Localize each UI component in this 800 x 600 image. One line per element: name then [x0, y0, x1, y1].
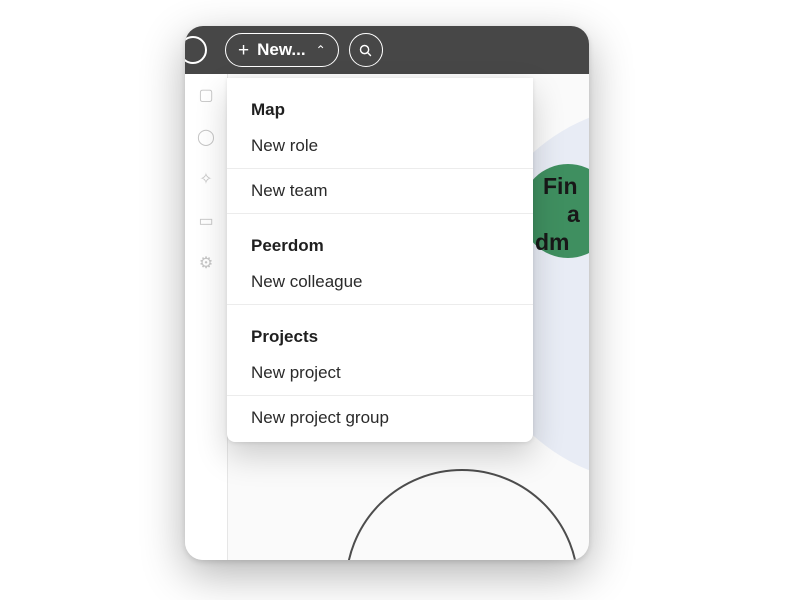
new-button-label: New... [257, 40, 306, 60]
menu-item-new-colleague[interactable]: New colleague [227, 260, 533, 305]
rail-icon-5[interactable]: ⚙ [185, 242, 227, 284]
chevron-up-icon: ⌃ [316, 43, 326, 57]
plus-icon: + [238, 41, 249, 60]
dropdown-group-heading: Map [227, 78, 533, 124]
rail-icon-1[interactable]: ▢ [185, 74, 227, 116]
app-window: + New... ⌃ Fin a dm ▢ ◯ ✧ ▭ ⚙ [185, 26, 589, 560]
bg-circle-outline [345, 469, 579, 560]
toolbar: + New... ⌃ [185, 26, 589, 74]
dropdown-group-heading: Peerdom [227, 214, 533, 260]
dropdown-group-heading: Projects [227, 305, 533, 351]
bg-label-2: a [567, 201, 580, 228]
rail-icon-3[interactable]: ✧ [185, 158, 227, 200]
bg-label-3: dm [535, 229, 570, 256]
menu-item-new-team[interactable]: New team [227, 169, 533, 214]
new-button[interactable]: + New... ⌃ [225, 33, 339, 67]
menu-item-new-project-group[interactable]: New project group [227, 396, 533, 440]
search-icon [358, 43, 373, 58]
menu-item-new-project[interactable]: New project [227, 351, 533, 396]
menu-item-new-role[interactable]: New role [227, 124, 533, 169]
search-button[interactable] [349, 33, 383, 67]
avatar[interactable] [185, 36, 207, 64]
new-dropdown-panel: Map New role New team Peerdom New collea… [227, 78, 533, 442]
bg-label-1: Fin [543, 173, 578, 200]
left-icon-rail: ▢ ◯ ✧ ▭ ⚙ [185, 74, 228, 560]
rail-icon-4[interactable]: ▭ [185, 200, 227, 242]
rail-icon-2[interactable]: ◯ [185, 116, 227, 158]
